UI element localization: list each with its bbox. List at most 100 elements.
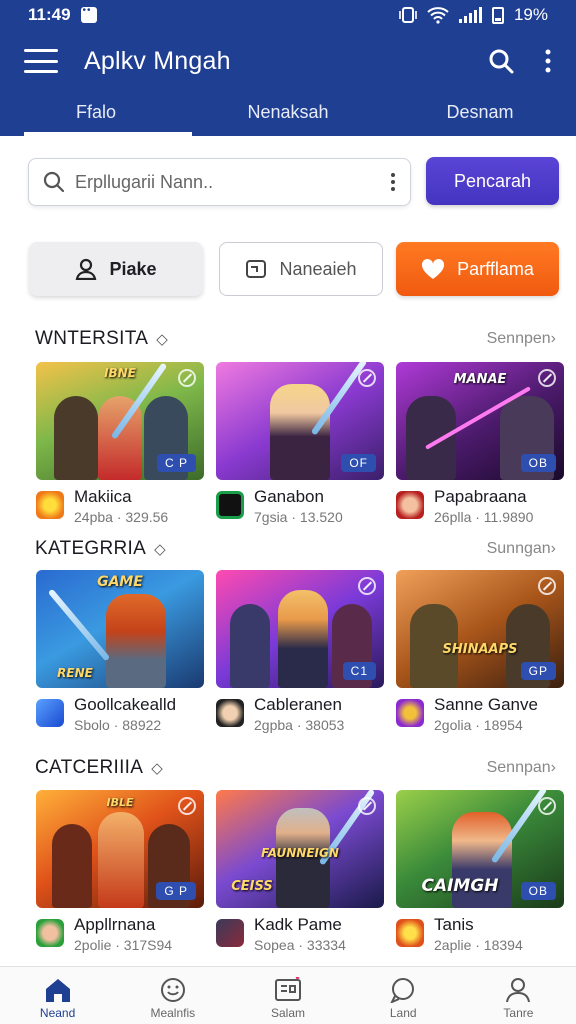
person-icon — [76, 258, 97, 280]
game-card[interactable]: SHINAAPS GP Sanne Ganve 2golia · 18954 — [396, 570, 564, 733]
corner-icon — [538, 369, 556, 387]
game-stats: 2polie · 317S94 — [74, 936, 173, 953]
game-card[interactable]: IBNE C P Makiica 24pba · 329.56 — [36, 362, 204, 525]
corner-icon — [358, 369, 376, 387]
thumb-overlay-text: GAME — [97, 574, 143, 590]
corner-icon — [358, 577, 376, 595]
app-icon — [396, 699, 424, 727]
corner-icon — [178, 369, 196, 387]
section-header: WNTERSITA ◇ Sennpen› — [35, 326, 556, 352]
tab-0[interactable]: Ffalo — [0, 92, 192, 136]
game-thumbnail: MANAE OB — [396, 362, 564, 480]
app-title: Aplkv Mngah — [84, 46, 231, 75]
game-badge: OB — [520, 882, 556, 900]
game-stats: 2gpba · 38053 — [254, 716, 345, 733]
chip-label: Piake — [109, 258, 157, 279]
game-badge: OB — [520, 454, 556, 472]
heart-icon — [422, 258, 445, 279]
search-button[interactable]: Pencarah — [426, 157, 559, 205]
section-title: WNTERSITA — [35, 328, 149, 349]
game-badge: GP — [520, 662, 556, 680]
nav-label: Tanre — [503, 1006, 534, 1020]
diamond-icon: ◇ — [156, 331, 168, 348]
game-name: Tanis — [434, 915, 474, 934]
game-name: Ganabon — [254, 487, 324, 506]
section-header: CATCERIIIA ◇ Sennpan› — [35, 755, 556, 781]
game-thumbnail: C1 — [216, 570, 384, 688]
game-stats: 26plla · 11.9890 — [434, 508, 534, 525]
battery-percent: 19% — [513, 5, 548, 24]
notification-icon — [80, 5, 97, 23]
game-name: Makiica — [74, 487, 132, 506]
search-icon[interactable] — [488, 48, 514, 74]
more-vert-icon[interactable] — [544, 49, 552, 73]
section-title: KATEGRRIA — [35, 538, 147, 559]
game-card[interactable]: GAME RENE Goollcakealld Sbolo · 88922 — [36, 570, 204, 733]
status-time: 11:49 — [28, 5, 71, 24]
diamond-icon: ◇ — [151, 760, 163, 777]
see-more-link[interactable]: Sennpen› — [487, 330, 556, 348]
nav-item-tanre[interactable]: Tanre — [461, 967, 576, 1024]
game-stats: 2aplie · 18394 — [434, 936, 523, 953]
game-thumbnail: SHINAAPS GP — [396, 570, 564, 688]
filter-chip-parfflama[interactable]: Parfflama — [396, 242, 559, 296]
game-name: Goollcakealld — [74, 695, 177, 714]
app-icon — [216, 491, 244, 519]
search-field[interactable] — [28, 158, 411, 206]
search-icon — [43, 171, 65, 193]
game-card[interactable]: OF Ganabon 7gsia · 13.520 — [216, 362, 384, 525]
app-icon — [396, 919, 424, 947]
game-thumbnail: IBLE G P — [36, 790, 204, 908]
tab-bar: Ffalo Nenaksah Desnam — [0, 92, 576, 136]
search-input[interactable] — [75, 171, 345, 193]
game-card[interactable]: MANAE OB Papabraana 26plla · 11.9890 — [396, 362, 564, 525]
game-name: Sanne Ganve — [434, 695, 538, 714]
vibrate-icon — [399, 7, 417, 23]
filter-chip-naneaieh[interactable]: Naneaieh — [219, 242, 383, 296]
nav-label: Salam — [271, 1006, 306, 1020]
nav-item-land[interactable]: Land — [346, 967, 461, 1024]
tab-1[interactable]: Nenaksah — [192, 92, 384, 136]
home-icon — [45, 979, 70, 1002]
nav-item-salam[interactable]: Salam — [230, 967, 345, 1024]
menu-icon[interactable] — [24, 49, 58, 73]
more-vert-icon[interactable] — [390, 172, 396, 192]
battery-icon — [491, 6, 504, 24]
game-thumbnail: IBNE C P — [36, 362, 204, 480]
thumb-overlay-text: SHINAAPS — [442, 642, 518, 657]
section-title: CATCERIIIA — [35, 757, 144, 778]
thumb-overlay-text: CEISS — [231, 879, 273, 894]
corner-icon — [538, 577, 556, 595]
tab-2[interactable]: Desnam — [384, 92, 576, 136]
signal-icon — [458, 7, 482, 23]
app-icon — [216, 699, 244, 727]
see-more-link[interactable]: Sennpan› — [487, 759, 556, 777]
app-icon — [216, 919, 244, 947]
game-stats: 2golia · 18954 — [434, 716, 523, 733]
game-thumbnail: OF — [216, 362, 384, 480]
game-stats: Sopea · 33334 — [254, 936, 346, 953]
game-card[interactable]: CAIMGH OB Tanis 2aplie · 18394 — [396, 790, 564, 953]
corner-icon — [358, 797, 376, 815]
game-thumbnail: FAUNNEIGN CEISS — [216, 790, 384, 908]
chip-label: Naneaieh — [279, 258, 357, 279]
game-name: Cableranen — [254, 695, 342, 714]
nav-item-mealnfis[interactable]: Mealnfis — [115, 967, 230, 1024]
diamond-icon: ◇ — [154, 541, 166, 558]
app-icon — [36, 491, 64, 519]
game-name: Appllrnana — [74, 915, 156, 934]
game-thumbnail: CAIMGH OB — [396, 790, 564, 908]
game-badge: C1 — [342, 662, 376, 680]
filter-chip-piake[interactable]: Piake — [29, 242, 203, 296]
corner-icon — [538, 797, 556, 815]
game-card[interactable]: C1 Cableranen 2gpba · 38053 — [216, 570, 384, 733]
app-bar: Aplkv Mngah Ffalo Nenaksah Desnam — [0, 30, 576, 136]
game-thumbnail: GAME RENE — [36, 570, 204, 688]
nav-item-home[interactable]: Neand — [0, 967, 115, 1024]
status-bar: 11:49 19% — [0, 0, 576, 30]
app-icon — [36, 919, 64, 947]
game-card[interactable]: FAUNNEIGN CEISS Kadk Pame Sopea · 33334 — [216, 790, 384, 953]
see-more-link[interactable]: Sunngan› — [487, 540, 556, 558]
chip-label: Parfflama — [457, 258, 534, 279]
game-card[interactable]: IBLE G P Appllrnana 2polie · 317S94 — [36, 790, 204, 953]
